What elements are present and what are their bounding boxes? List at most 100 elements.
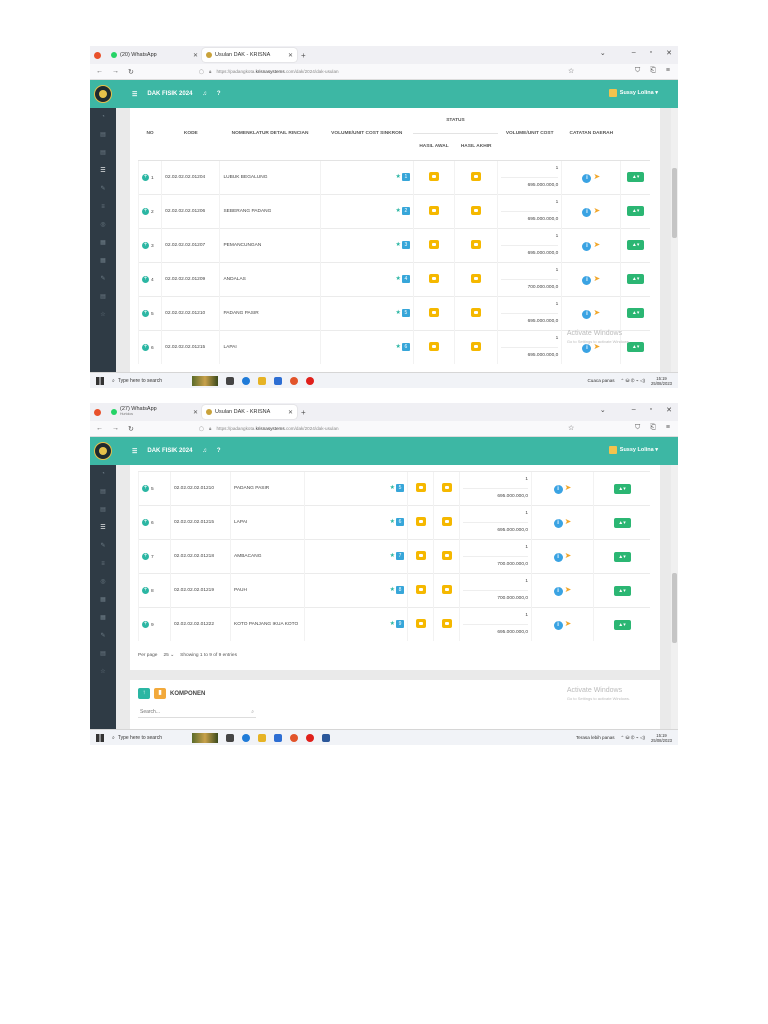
hasil-awal-button[interactable] [428, 273, 439, 283]
pocket-icon[interactable]: ⛉ [635, 67, 640, 75]
new-tab-icon[interactable]: + [301, 408, 306, 417]
weather-text[interactable]: Cuaca panas [587, 378, 614, 383]
send-icon[interactable]: ➤ [565, 551, 572, 560]
menu-icon[interactable]: ≡ [666, 424, 670, 432]
info-icon[interactable]: i [553, 485, 563, 494]
menu-icon[interactable]: ≡ [666, 67, 670, 75]
info-icon[interactable]: i [553, 519, 563, 528]
expand-row-icon[interactable]: + [142, 519, 149, 526]
sidebar-list-icon[interactable]: ≡ [90, 555, 116, 573]
page-scrollbar[interactable] [671, 108, 678, 372]
send-icon[interactable]: ➤ [593, 274, 600, 283]
tab-whatsapp[interactable]: (20) WhatsApp ✕ [107, 48, 202, 62]
expand-row-icon[interactable]: + [142, 553, 149, 560]
edge-icon[interactable] [242, 733, 250, 742]
sidebar-list-icon[interactable]: ≡ [90, 198, 116, 216]
send-icon[interactable]: ➤ [565, 619, 572, 628]
chart-icon[interactable]: ▮ [154, 688, 166, 699]
file-explorer-icon[interactable] [258, 376, 266, 385]
user-action-button[interactable]: ▲▾ [613, 517, 631, 528]
expand-row-icon[interactable]: + [142, 485, 149, 492]
hasil-akhir-button[interactable] [441, 517, 452, 526]
expand-row-icon[interactable]: + [142, 587, 149, 594]
send-icon[interactable]: ➤ [593, 206, 600, 215]
help-icon[interactable]: ? [217, 448, 221, 454]
send-icon[interactable]: ➤ [565, 483, 572, 492]
hasil-awal-button[interactable] [428, 239, 439, 249]
info-icon[interactable]: i [553, 621, 563, 630]
komponen-search[interactable]: ⌕ [138, 707, 256, 718]
tray-icons[interactable]: ⌃ ⛁ ✆ ⌁ ◁) [621, 735, 645, 741]
extensions-icon[interactable]: ⎗ [650, 67, 656, 75]
expand-row-icon[interactable]: + [142, 343, 149, 351]
opera-icon[interactable] [306, 733, 314, 742]
sidebar-doc-icon[interactable]: ▤ [90, 501, 116, 519]
user-action-button[interactable]: ▲▾ [613, 483, 631, 494]
sidebar-doc-icon[interactable]: ▤ [90, 126, 116, 144]
sidebar-star-icon[interactable]: ☆ [90, 306, 116, 324]
expand-row-icon[interactable]: + [142, 173, 149, 181]
hasil-akhir-button[interactable] [471, 341, 482, 351]
user-action-button[interactable]: ▲▾ [627, 206, 645, 216]
user-action-button[interactable]: ▲▾ [627, 308, 645, 318]
user-action-button[interactable]: ▲▾ [627, 240, 645, 250]
tab-krisna[interactable]: Usulan DAK - KRISNA ✕ [202, 405, 297, 419]
hasil-awal-button[interactable] [428, 205, 439, 215]
sidebar-doc-icon[interactable]: ▤ [90, 483, 116, 501]
clock[interactable]: 15:19 25/08/2023 [651, 733, 672, 743]
sidebar-grid-icon[interactable]: ▦ [90, 234, 116, 252]
tab-list-icon[interactable]: ⌄ [600, 49, 606, 57]
close-window-icon[interactable]: ✕ [666, 406, 672, 414]
search-input[interactable] [140, 709, 252, 715]
close-tab-icon[interactable]: ✕ [193, 52, 198, 59]
clock[interactable]: 15:19 25/08/2023 [651, 376, 672, 386]
hasil-awal-button[interactable] [415, 551, 426, 560]
user-action-button[interactable]: ▲▾ [627, 172, 645, 182]
expand-row-icon[interactable]: + [142, 241, 149, 249]
sidebar-grid-icon[interactable]: ▦ [90, 252, 116, 270]
weather-text[interactable]: Terasa lebih panas [576, 735, 615, 740]
sidebar-globe-icon[interactable]: ◎ [90, 216, 116, 234]
user-menu[interactable]: Sussy Lolina ▾ [608, 89, 658, 97]
hasil-akhir-button[interactable] [471, 273, 482, 283]
hasil-akhir-button[interactable] [471, 307, 482, 317]
forward-icon[interactable]: → [112, 68, 119, 75]
sidebar-list-icon[interactable]: ☰ [90, 162, 116, 180]
info-icon[interactable]: i [582, 275, 592, 285]
sidebar-home-icon[interactable]: ◔ [90, 465, 116, 483]
pocket-icon[interactable]: ⛉ [635, 424, 640, 432]
hasil-akhir-button[interactable] [441, 483, 452, 492]
firefox-taskbar-icon[interactable] [290, 376, 298, 385]
bell-icon[interactable]: ♫ [202, 91, 207, 97]
menu-toggle-icon[interactable]: ☰ [132, 91, 137, 98]
sidebar-doc-icon[interactable]: ▤ [90, 288, 116, 306]
info-icon[interactable]: i [582, 309, 592, 319]
hasil-awal-button[interactable] [415, 585, 426, 594]
sidebar-edit-icon[interactable]: ✎ [90, 270, 116, 288]
per-page-select[interactable]: 25 ⌄ [163, 653, 174, 658]
sidebar-edit-icon[interactable]: ✎ [90, 627, 116, 645]
user-action-button[interactable]: ▲▾ [613, 619, 631, 630]
user-action-button[interactable]: ▲▾ [627, 274, 645, 284]
back-icon[interactable]: ← [96, 68, 103, 75]
expand-row-icon[interactable]: + [142, 207, 149, 215]
info-icon[interactable]: i [582, 241, 592, 251]
user-action-button[interactable]: ▲▾ [613, 551, 631, 562]
hasil-awal-button[interactable] [415, 517, 426, 526]
close-tab-icon[interactable]: ✕ [288, 52, 293, 59]
minimize-icon[interactable]: – [632, 49, 636, 57]
tab-krisna[interactable]: Usulan DAK - KRISNA ✕ [202, 48, 297, 62]
info-icon[interactable]: i [582, 207, 592, 217]
word-icon[interactable] [322, 733, 330, 742]
menu-toggle-icon[interactable]: ☰ [132, 448, 137, 455]
sidebar-edit-icon[interactable]: ✎ [90, 180, 116, 198]
expand-row-icon[interactable]: + [142, 275, 149, 283]
task-view-icon[interactable] [226, 733, 234, 742]
hasil-akhir-button[interactable] [471, 239, 482, 249]
task-view-icon[interactable] [226, 376, 234, 385]
mail-icon[interactable] [274, 733, 282, 742]
sidebar-doc-icon[interactable]: ▤ [90, 144, 116, 162]
tab-list-icon[interactable]: ⌄ [600, 406, 606, 414]
reload-icon[interactable]: ↻ [128, 68, 134, 76]
hasil-akhir-button[interactable] [471, 171, 482, 181]
